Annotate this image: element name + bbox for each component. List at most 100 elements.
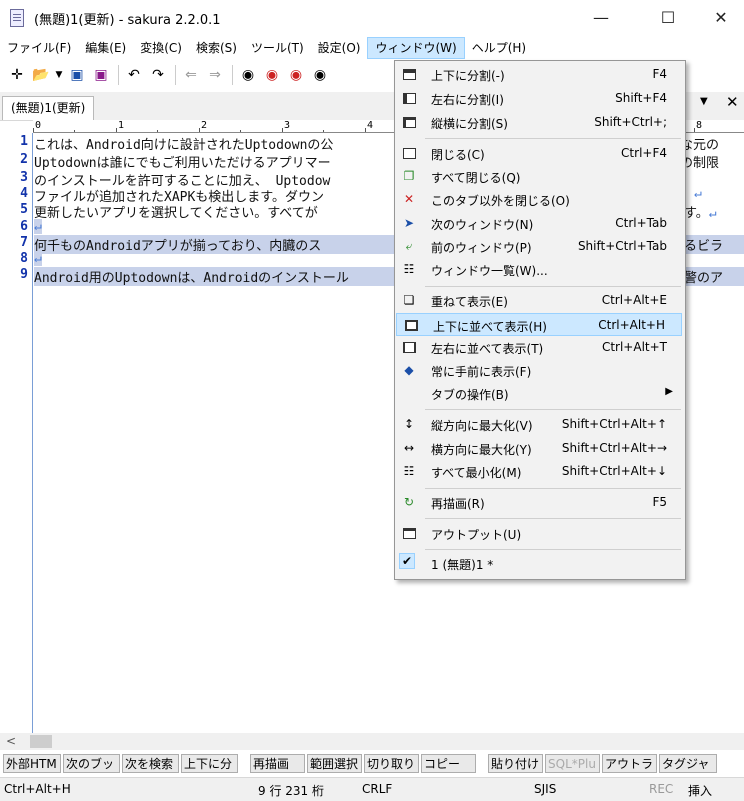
menu-edit[interactable]: 編集(E) [78,37,133,59]
menu-item-window-list[interactable]: ☷ ウィンドウ一覧(W)... [395,258,683,281]
menu-convert[interactable]: 変換(C) [133,37,189,59]
menu-item-window-1[interactable]: ✔ 1 (無題)1 * [395,552,683,575]
menu-item-close-others[interactable]: ✕ このタブ以外を閉じる(O) [395,188,683,211]
ruler-label: 2 [201,120,208,131]
fkey-f9[interactable]: 貼り付け [488,753,543,773]
line-number: 3 [20,170,28,185]
tab-untitled-1[interactable]: (無題)1(更新) [2,96,95,120]
menu-item-close[interactable]: 閉じる(C) Ctrl+F4 [395,142,683,165]
editor-line-tail: す。↵ [684,206,717,221]
menu-file[interactable]: ファイル(F) [0,37,78,59]
menu-item-tile-vertical[interactable]: 左右に並べて表示(T) Ctrl+Alt+T [395,336,683,359]
function-key-bar: 外部HTM 次のブッ 次を検索 上下に分 再描画 範囲選択 切り取り コピー 貼… [0,752,744,774]
fkey-f3[interactable]: 次を検索 [122,753,179,773]
menu-help[interactable]: ヘルプ(H) [465,37,533,59]
editor-line[interactable]: これは、Android向けに設計されたUptodownの公 [34,134,333,153]
menu-search[interactable]: 検索(S) [189,37,244,59]
cascade-icon: ❏ [403,293,415,307]
open-dropdown-icon[interactable]: ▼ [54,64,64,86]
close-icon[interactable]: ✕ [698,0,744,34]
editor-line[interactable]: 更新したいアプリを選択してください。すべてが [34,202,318,221]
menu-separator [425,488,681,489]
line-number: 1 [20,134,28,149]
menu-item-minimize-all[interactable]: ☷ すべて最小化(M) Shift+Ctrl+Alt+↓ [395,460,683,483]
pin-icon: ◆ [404,363,414,377]
split-horizontal-icon [401,66,417,82]
menu-settings[interactable]: 設定(O) [311,37,368,59]
close-others-icon: ✕ [403,192,415,206]
status-encoding[interactable]: SJIS [534,782,556,796]
tab-close-icon[interactable]: ✕ [726,93,739,111]
horizontal-scrollbar[interactable]: < [0,733,744,750]
app-notepad-icon[interactable] [10,9,24,27]
fkey-f5[interactable]: 再描画 [250,753,305,773]
editor-line-selected[interactable]: Android用のUptodownは、Androidのインストール [34,267,394,286]
menu-tools[interactable]: ツール(T) [244,37,311,59]
status-eol[interactable]: CRLF [362,782,392,796]
menu-item-split-both[interactable]: 縦横に分割(S) Shift+Ctrl+; [395,111,683,134]
eol-mark[interactable]: ↵ [34,251,42,266]
status-rec: REC [649,782,674,796]
status-position: 9 行 231 桁 [258,784,324,798]
window-title: (無題)1(更新) - sakura 2.2.0.1 [34,13,221,28]
fkey-f2[interactable]: 次のブッ [63,753,120,773]
save-icon[interactable]: ▣ [66,64,88,86]
maximize-icon[interactable]: ☐ [645,0,691,34]
toolbar-separator [118,65,119,85]
check-icon: ✔ [399,553,415,569]
minimize-icon[interactable]: — [578,0,624,34]
search-next-icon[interactable]: ◉ [285,64,307,86]
menu-item-prev-window[interactable]: ⤶ 前のウィンドウ(P) Shift+Ctrl+Tab [395,235,683,258]
status-bar: Ctrl+Alt+H 9 行 231 桁 CRLF SJIS REC 挿入 [0,777,744,801]
menu-item-tile-horizontal[interactable]: 上下に並べて表示(H) Ctrl+Alt+H [396,313,682,336]
menu-window[interactable]: ウィンドウ(W) [367,37,465,59]
open-folder-icon[interactable]: 📂 [30,64,52,86]
save-all-icon[interactable]: ▣ [90,64,112,86]
fkey-f7[interactable]: 切り取り [364,753,419,773]
undo-icon[interactable]: ↶ [123,64,145,86]
menu-item-cascade[interactable]: ❏ 重ねて表示(E) Ctrl+Alt+E [395,289,683,312]
fkey-f11[interactable]: アウトラ [602,753,657,773]
scroll-left-icon[interactable]: < [6,734,16,748]
menu-item-redraw[interactable]: ↻ 再描画(R) F5 [395,491,683,514]
fkey-f4[interactable]: 上下に分 [181,753,238,773]
redo-icon[interactable]: ↷ [147,64,169,86]
fkey-f8[interactable]: コピー [421,753,476,773]
eol-mark: ↵ [708,206,717,221]
search-prev-icon[interactable]: ◉ [261,64,283,86]
tab-dropdown-icon[interactable]: ▼ [700,96,708,107]
tile-vertical-icon [401,339,417,355]
menu-item-close-all[interactable]: ❐ すべて閉じる(Q) [395,165,683,188]
scrollbar-thumb[interactable] [30,735,52,748]
menu-item-split-vertical[interactable]: 左右に分割(I) Shift+F4 [395,87,683,110]
editor-line-selected[interactable]: 何千ものAndroidアプリが揃っており、内臓のス [34,235,394,254]
eol-mark[interactable]: ↵ [34,219,42,234]
ruler-label: 0 [35,120,42,131]
menu-item-output[interactable]: アウトプット(U) [395,522,683,545]
fkey-f1[interactable]: 外部HTM [3,753,61,773]
menu-item-next-window[interactable]: ➤ 次のウィンドウ(N) Ctrl+Tab [395,212,683,235]
search-binoculars-icon[interactable]: ◉ [237,64,259,86]
menu-item-maximize-vertical[interactable]: ↕ 縦方向に最大化(V) Shift+Ctrl+Alt+↑ [395,413,683,436]
minimize-all-icon: ☷ [403,464,415,478]
menu-item-tab-operations[interactable]: タブの操作(B) ▶ [395,382,683,405]
jump-back-icon[interactable]: ⇐ [180,64,202,86]
editor-line[interactable]: Uptodownは誰にでもご利用いただけるアプリマー [34,152,331,171]
replace-icon[interactable]: ◉ [309,64,331,86]
menu-item-split-horizontal[interactable]: 上下に分割(-) F4 [395,63,683,86]
fkey-f12[interactable]: タグジャ [659,753,717,773]
status-insert-mode[interactable]: 挿入 [688,782,712,799]
close-all-icon: ❐ [403,169,415,183]
menu-bar: ファイル(F) 編集(E) 変換(C) 検索(S) ツール(T) 設定(O) ウ… [0,36,744,60]
new-file-icon[interactable]: ✛ [6,64,28,86]
editor-line-tail: るビラ [684,235,744,254]
jump-forward-icon[interactable]: ⇒ [204,64,226,86]
eol-mark: ↵ [694,186,702,201]
menu-item-maximize-horizontal[interactable]: ↔ 横方向に最大化(Y) Shift+Ctrl+Alt+→ [395,437,683,460]
fkey-f6[interactable]: 範囲選択 [307,753,362,773]
line-number: 4 [20,186,28,201]
menu-item-always-on-top[interactable]: ◆ 常に手前に表示(F) [395,359,683,382]
window-list-icon: ☷ [403,262,415,276]
menu-separator [425,409,681,410]
redraw-icon: ↻ [403,495,415,509]
